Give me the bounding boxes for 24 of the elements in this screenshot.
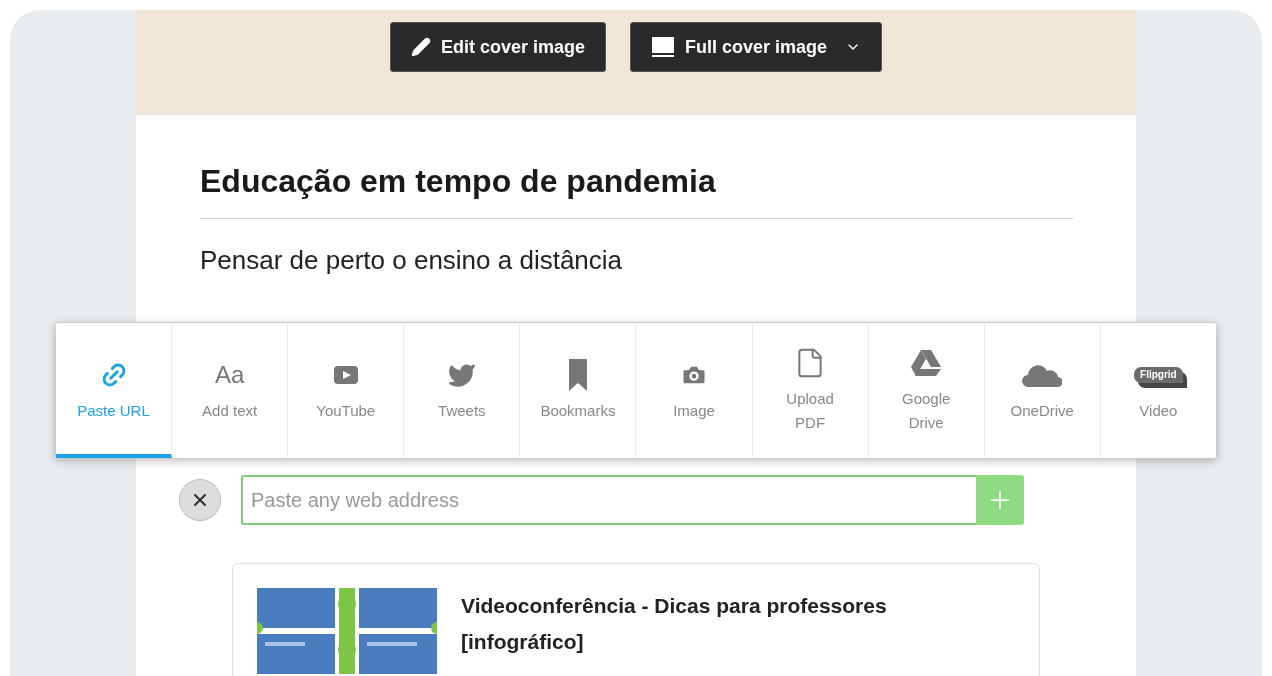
- url-field[interactable]: Paste any web address: [241, 475, 976, 525]
- post-title: Educação em tempo de pandemia: [200, 162, 717, 201]
- attachment-tab[interactable]: YouTube: [288, 323, 405, 458]
- triangle-icon: [911, 349, 942, 376]
- bookmark-icon: [568, 358, 587, 391]
- cloud-icon: [1022, 362, 1063, 387]
- attachment-tab[interactable]: OneDrive: [984, 323, 1101, 458]
- text-icon: Aa: [214, 360, 245, 389]
- attachment-tab[interactable]: Bookmarks: [520, 323, 637, 458]
- play-icon: [333, 365, 358, 384]
- full-image-icon: [651, 36, 675, 58]
- close-button[interactable]: [179, 479, 221, 521]
- cover-button[interactable]: Full cover image: [630, 22, 883, 72]
- attachment-tab[interactable]: Flipgrid Video: [1100, 323, 1216, 458]
- cover-button[interactable]: Edit cover image: [389, 22, 606, 72]
- attachment-tab[interactable]: Google Drive: [868, 323, 985, 458]
- attachment-tab[interactable]: Tweets: [404, 323, 521, 458]
- attachment-tab[interactable]: Image: [636, 323, 753, 458]
- attachment-tab[interactable]: Upload PDF: [752, 323, 869, 458]
- attachment-tab[interactable]: Aa Add text: [172, 323, 289, 458]
- pencil-icon: [410, 37, 431, 57]
- attachment-tab[interactable]: Paste URL: [56, 323, 173, 458]
- post-subtitle: Pensar de perto o ensino a distância: [200, 244, 624, 277]
- card-title: Videoconferência - Dicas para professores [infográfico]: [461, 593, 888, 655]
